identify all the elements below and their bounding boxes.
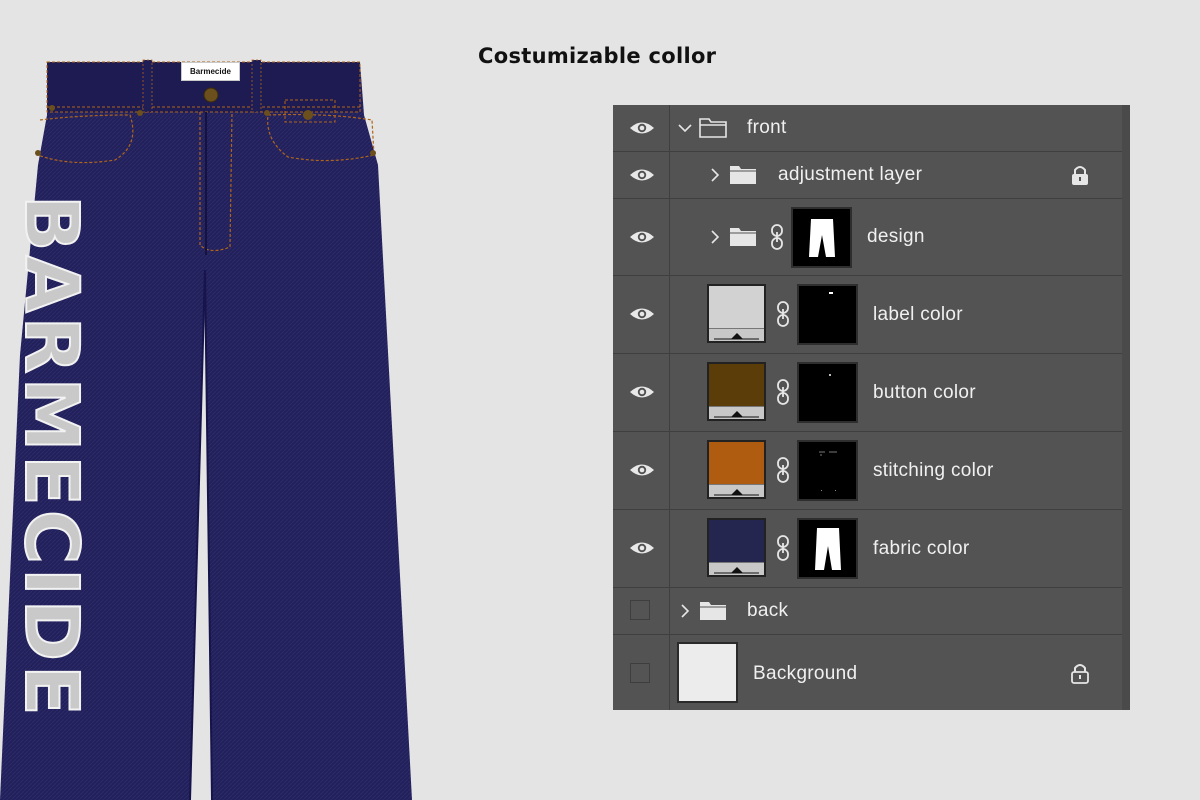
layer-row-adjustment[interactable]: adjustment layer (613, 151, 1122, 199)
layer-row-design[interactable]: design (613, 198, 1122, 276)
fill-swatch-thumbnail[interactable] (707, 362, 766, 421)
background-thumbnail[interactable] (677, 642, 738, 703)
chevron-right-icon[interactable] (707, 229, 723, 245)
fill-swatch-thumbnail[interactable] (707, 440, 766, 499)
layer-mask-thumbnail[interactable] (797, 284, 858, 345)
eye-icon[interactable] (629, 229, 655, 245)
panel-scrollbar[interactable] (1122, 105, 1130, 710)
layer-mask-thumbnail[interactable] (797, 362, 858, 423)
folder-icon (700, 602, 726, 620)
eye-icon[interactable] (629, 306, 655, 322)
fabric-swatch (709, 520, 764, 562)
layer-row-fabric-color[interactable]: fabric color (613, 509, 1122, 588)
stitching-swatch (709, 442, 764, 484)
layer-mask-thumbnail[interactable] (797, 518, 858, 579)
link-chain-icon[interactable] (775, 300, 791, 328)
layer-name: front (747, 117, 787, 138)
chevron-right-icon[interactable] (677, 603, 693, 619)
layer-row-button-color[interactable]: button color (613, 353, 1122, 432)
link-chain-icon[interactable] (769, 223, 785, 251)
layer-row-back[interactable]: back (613, 587, 1122, 635)
fill-swatch-thumbnail[interactable] (707, 284, 766, 343)
layers-panel: front adjustment layer design label colo… (613, 105, 1130, 710)
layer-row-background[interactable]: Background (613, 634, 1122, 710)
folder-icon (699, 118, 727, 138)
jeans-mockup: BARMECIDE (0, 59, 412, 800)
lock-icon (1072, 166, 1088, 185)
link-chain-icon[interactable] (775, 534, 791, 562)
folder-icon (730, 228, 756, 246)
layer-row-stitching-color[interactable]: stitching color (613, 431, 1122, 510)
layer-mask-thumbnail[interactable] (791, 207, 852, 268)
fill-swatch-thumbnail[interactable] (707, 518, 766, 577)
layer-name: design (867, 226, 925, 247)
chevron-right-icon[interactable] (707, 167, 723, 183)
eye-icon[interactable] (629, 540, 655, 556)
layer-mask-thumbnail[interactable] (797, 440, 858, 501)
layer-name: label color (873, 304, 963, 325)
label-swatch (709, 286, 764, 328)
layer-name: button color (873, 382, 976, 403)
link-chain-icon[interactable] (775, 378, 791, 406)
layer-row-label-color[interactable]: label color (613, 275, 1122, 354)
eye-icon[interactable] (629, 462, 655, 478)
button-swatch (709, 364, 764, 406)
layer-name: stitching color (873, 460, 994, 481)
folder-icon (730, 166, 756, 184)
layer-row-front[interactable]: front (613, 105, 1122, 152)
chevron-down-icon[interactable] (677, 120, 693, 136)
lock-icon (1071, 664, 1089, 684)
layer-name: Background (753, 663, 858, 684)
visibility-toggle-off[interactable] (630, 663, 650, 683)
layer-name: fabric color (873, 538, 970, 559)
waist-button (203, 87, 219, 103)
eye-icon[interactable] (629, 120, 655, 136)
layer-name: back (747, 600, 789, 621)
side-print: BARMECIDE (8, 195, 94, 720)
headline: Costumizable collor (478, 44, 717, 68)
brand-label: Barmecide (181, 62, 240, 81)
eye-icon[interactable] (629, 167, 655, 183)
layer-name: adjustment layer (778, 164, 923, 185)
eye-icon[interactable] (629, 384, 655, 400)
visibility-toggle-off[interactable] (630, 600, 650, 620)
link-chain-icon[interactable] (775, 456, 791, 484)
